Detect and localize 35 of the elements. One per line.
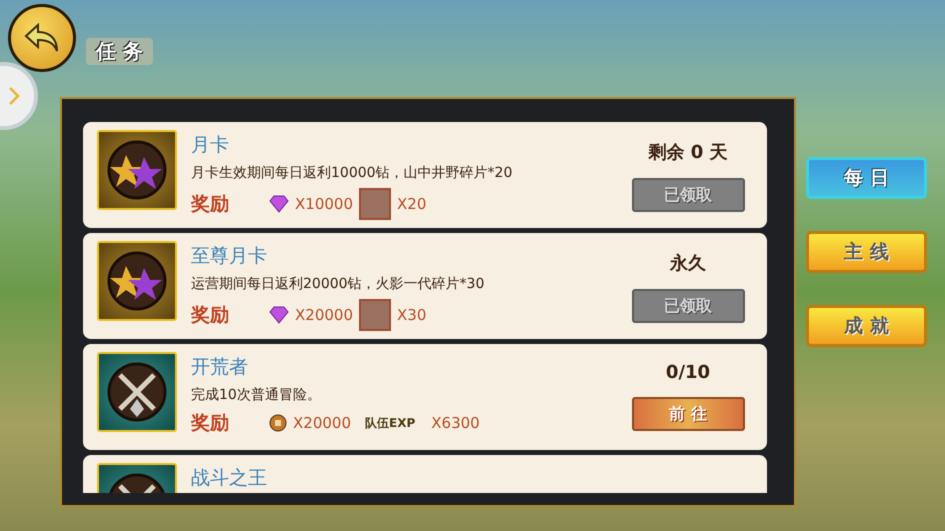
stars-icon: [97, 241, 177, 321]
task-title: 月卡: [191, 133, 230, 158]
category-tab[interactable]: 成 就: [806, 305, 927, 347]
reward-label: 奖励: [191, 303, 229, 328]
reward-amount: X30: [397, 306, 426, 324]
back-arrow-icon: [24, 23, 60, 53]
reward-label: 奖励: [191, 411, 229, 436]
exp-label: 队伍EXP: [365, 414, 416, 432]
reward-amount: X20000: [293, 414, 351, 432]
category-tab[interactable]: 每 日: [806, 157, 927, 199]
task-title: 至尊月卡: [191, 244, 268, 269]
task-description: 完成10次普通冒险。: [191, 386, 322, 404]
status-text: 剩余 0 天: [648, 141, 728, 164]
gem-icon: [269, 306, 289, 324]
task-description: 月卡生效期间每日返利10000钻，山中井野碎片*20: [191, 164, 514, 182]
reward-amount: X10000: [295, 195, 353, 213]
stars-icon: [97, 130, 177, 210]
category-tab[interactable]: 主 线: [806, 231, 927, 273]
task-title: 开荒者: [191, 355, 249, 380]
task-title: 战斗之王: [191, 466, 268, 491]
status-text: 永久: [670, 252, 706, 275]
portrait-placeholder: [359, 188, 391, 220]
go-button[interactable]: 前 往: [632, 397, 744, 431]
chevron-right-icon: [8, 86, 20, 106]
portrait-placeholder: [359, 299, 391, 331]
reward-label: 奖励: [191, 192, 229, 217]
status-text: 0/10: [666, 362, 710, 383]
crossed-blades-icon: [97, 352, 177, 432]
reward-amount: X20000: [295, 306, 353, 324]
reward-amount: X6300: [431, 414, 480, 432]
coin-icon: [269, 414, 287, 432]
task-description: 运营期间每日返利20000钻，火影一代碎片*30: [191, 275, 486, 293]
page-title: 任 务: [86, 38, 153, 64]
reward-amount: X20: [397, 195, 426, 213]
gem-icon: [269, 195, 289, 213]
